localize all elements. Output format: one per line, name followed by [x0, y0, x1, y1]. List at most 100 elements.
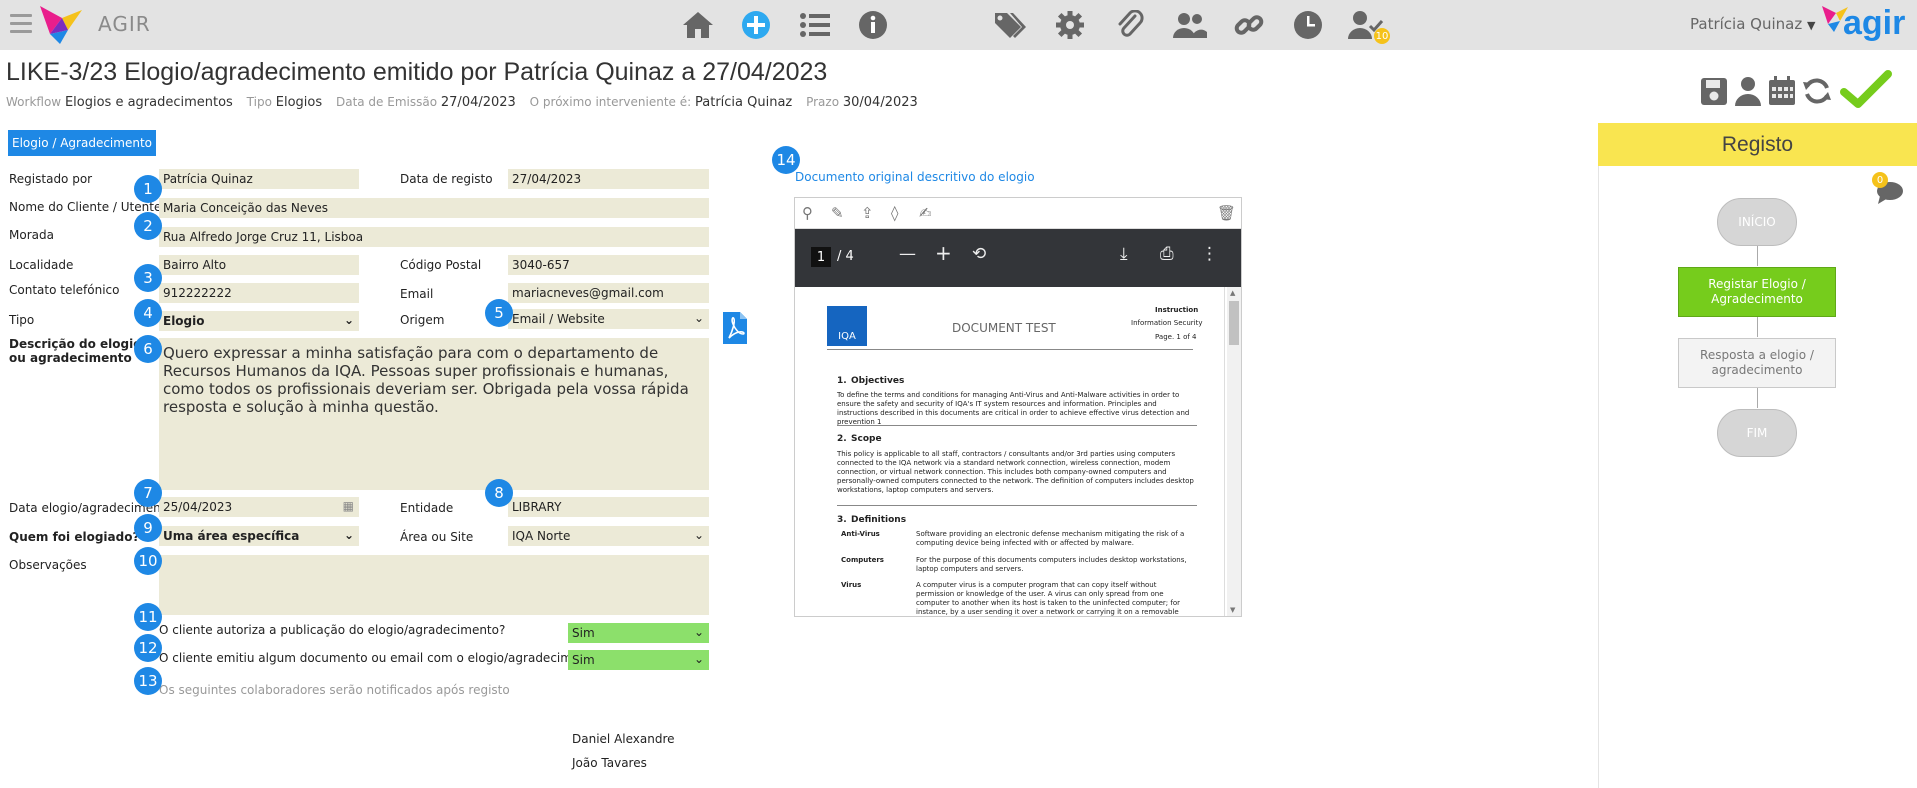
chevron-down-icon: ⌄ — [343, 528, 354, 542]
upload-icon[interactable]: ⇪ — [861, 204, 874, 222]
info-icon[interactable] — [855, 8, 891, 42]
user-menu[interactable]: Patrícia Quinaz ▼ — [1690, 15, 1815, 33]
codigo-postal-field[interactable]: 3040-657 — [508, 255, 709, 275]
flow-step-resposta[interactable]: Resposta a elogio / agradecimento — [1678, 338, 1836, 388]
autoriza-select[interactable]: Sim ⌄ — [568, 623, 709, 643]
marker-5: 5 — [485, 299, 513, 327]
zoom-out-icon[interactable]: — — [899, 244, 916, 264]
flow-end-node[interactable]: FIM — [1717, 409, 1797, 457]
definition-text: For the purpose of this documents comput… — [916, 556, 1187, 573]
search-icon[interactable]: ⚲ — [802, 204, 813, 222]
tipo-label: Tipo — [9, 313, 35, 327]
emissao-label: Data de Emissão — [335, 95, 438, 109]
pdf-viewer: ⚲ ✎ ⇪ ◊ ✍ 🗑 1 / 4 — + ⟲ ⤓ ⎙ ⋮ IQA DOCUME… — [794, 197, 1242, 617]
scroll-up-icon[interactable]: ▲ — [1230, 289, 1235, 297]
marker-6: 6 — [134, 335, 162, 363]
tipo-select[interactable]: Elogio ⌄ — [159, 311, 359, 331]
descricao-textarea[interactable]: Quero expressar a minha satisfação para … — [159, 338, 709, 490]
marker-10: 10 — [134, 547, 162, 575]
edit-icon[interactable]: ✍ — [919, 204, 932, 222]
tipo-value: Elogios — [275, 95, 323, 110]
prazo-label: Prazo — [806, 95, 840, 109]
print-icon[interactable]: ⎙ — [1160, 244, 1174, 264]
calendar-icon[interactable] — [1768, 76, 1796, 110]
agir-logo-icon — [38, 4, 90, 50]
definition-term: Virus — [841, 581, 862, 589]
scroll-thumb[interactable] — [1229, 301, 1239, 345]
email-label: Email — [400, 287, 434, 301]
codigo-postal-label: Código Postal — [400, 258, 482, 272]
marker-13: 13 — [134, 667, 162, 695]
users-icon[interactable] — [1172, 8, 1208, 42]
iqa-logo: IQA — [827, 306, 867, 346]
tipo-value: Elogio — [163, 314, 205, 328]
gear-icon[interactable] — [1052, 8, 1088, 42]
home-icon[interactable] — [680, 8, 716, 42]
section-number: 1. — [837, 376, 847, 386]
divider — [837, 505, 1197, 506]
pencil-icon[interactable]: ✎ — [831, 204, 844, 222]
document-link[interactable]: Documento original descritivo do elogio — [795, 170, 1035, 184]
save-icon[interactable] — [1700, 76, 1728, 110]
submit-check-icon[interactable] — [1840, 70, 1892, 114]
data-elogio-field[interactable]: 25/04/2023 ▦ — [159, 497, 359, 517]
section-title: Objectives — [851, 376, 905, 386]
data-registo-field[interactable]: 27/04/2023 — [508, 169, 709, 189]
chevron-down-icon: ⌄ — [693, 528, 704, 542]
flow-start-node[interactable]: INÍCIO — [1717, 198, 1797, 246]
clock-icon[interactable] — [1290, 8, 1326, 42]
zoom-in-icon[interactable]: + — [935, 241, 952, 265]
flow-step-registar[interactable]: Registar Elogio / Agradecimento — [1678, 267, 1836, 317]
morada-label: Morada — [9, 228, 54, 242]
layers-icon[interactable]: ◊ — [891, 204, 898, 222]
tags-icon[interactable] — [992, 8, 1028, 42]
quem-select[interactable]: Uma área específica ⌄ — [159, 526, 359, 546]
observacoes-textarea[interactable] — [159, 555, 709, 615]
pdf-file-icon[interactable] — [721, 310, 749, 350]
marker-2: 2 — [134, 212, 162, 240]
area-select[interactable]: IQA Norte ⌄ — [508, 526, 709, 546]
localidade-field[interactable]: Bairro Alto — [159, 255, 359, 275]
link-icon[interactable] — [1231, 8, 1267, 42]
notificados-note: Os seguintes colaboradores serão notific… — [159, 683, 510, 697]
entidade-field[interactable]: LIBRARY — [508, 497, 709, 517]
brand-name: agir — [1843, 4, 1906, 42]
descricao-label-line1: Descrição do elogio — [9, 337, 142, 351]
pdf-scrollbar[interactable]: ▲ ▼ — [1227, 287, 1241, 616]
emitiu-select[interactable]: Sim ⌄ — [568, 650, 709, 670]
scroll-down-icon[interactable]: ▼ — [1230, 606, 1235, 614]
registado-por-field[interactable]: Patrícia Quinaz — [159, 169, 359, 189]
morada-field[interactable]: Rua Alfredo Jorge Cruz 11, Lisboa — [159, 227, 709, 247]
list-icon[interactable] — [797, 8, 833, 42]
page-number-input[interactable]: 1 — [811, 247, 831, 267]
contato-field[interactable]: 912222222 — [159, 283, 359, 303]
chevron-down-icon: ⌄ — [693, 625, 704, 639]
download-icon[interactable]: ⤓ — [1120, 244, 1128, 264]
trash-icon[interactable]: 🗑 — [1217, 204, 1236, 222]
definition-text: A computer virus is a computer program t… — [916, 581, 1181, 616]
nome-cliente-field[interactable]: Maria Conceição das Neves — [159, 198, 709, 218]
doc-header-line: Page. 1 of 4 — [1155, 333, 1197, 341]
more-options-icon[interactable]: ⋮ — [1201, 244, 1218, 264]
user-name: Patrícia Quinaz — [1690, 15, 1803, 33]
rotate-icon[interactable]: ⟲ — [972, 244, 986, 264]
marker-9: 9 — [134, 514, 162, 542]
tab-elogio-agradecimento[interactable]: Elogio / Agradecimento — [8, 130, 156, 156]
menu-icon[interactable] — [10, 14, 32, 34]
refresh-icon[interactable] — [1802, 76, 1832, 110]
origem-select[interactable]: Email / Website ⌄ — [508, 309, 709, 329]
user-icon[interactable] — [1734, 76, 1762, 110]
document-meta: Workflow Elogios e agradecimentos Tipo E… — [6, 95, 928, 110]
workflow-panel-title: Registo — [1598, 123, 1917, 166]
autoriza-label: O cliente autoriza a publicação do elogi… — [159, 623, 506, 637]
prazo-value: 30/04/2023 — [842, 95, 918, 110]
interveniente-value: Patrícia Quinaz — [695, 95, 793, 110]
calendar-small-icon[interactable]: ▦ — [343, 499, 354, 513]
definition-term: Anti-Virus — [841, 530, 880, 538]
email-field[interactable]: mariacneves@gmail.com — [508, 283, 709, 303]
workflow-value: Elogios e agradecimentos — [64, 95, 233, 110]
pdf-toolbar: 1 / 4 — + ⟲ ⤓ ⎙ ⋮ — [795, 229, 1241, 287]
add-icon[interactable] — [738, 8, 774, 42]
paperclip-icon[interactable] — [1112, 8, 1148, 42]
flow-connector — [1757, 317, 1758, 337]
